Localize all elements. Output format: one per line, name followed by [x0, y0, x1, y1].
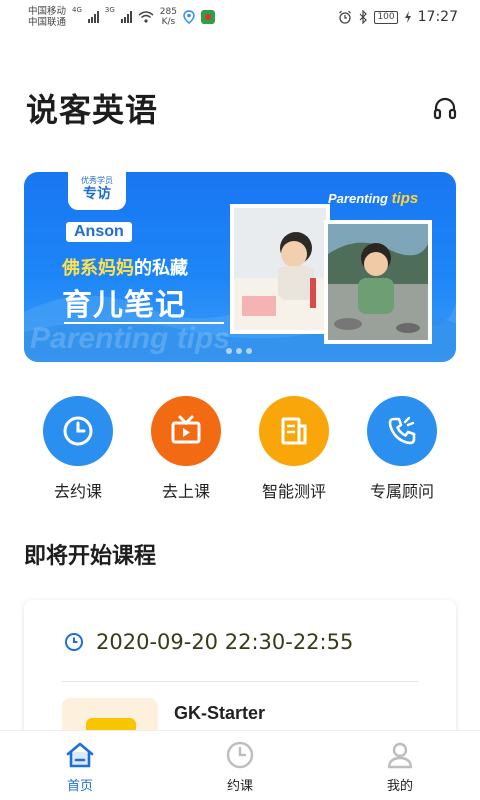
pagination-dot[interactable] [236, 348, 242, 354]
network-speed: 285 K/s [160, 7, 177, 27]
pagination-dot[interactable] [226, 348, 232, 354]
clock-icon [63, 416, 93, 446]
quick-action-book-class[interactable]: 去约课 [24, 396, 132, 502]
clock-icon [65, 633, 83, 651]
course-time: 2020-09-20 22:30-22:55 [96, 630, 354, 654]
parenting-tips-label: Parenting tips [328, 190, 418, 207]
page-title: 说客英语 [26, 91, 159, 129]
carrier-2: 中国联通 [28, 17, 67, 28]
headphone-icon[interactable] [432, 95, 458, 121]
course-name: GK-Starter [174, 703, 266, 723]
banner-headline-1: 佛系妈妈的私藏 [62, 254, 188, 280]
home-icon [66, 742, 94, 768]
signal-icon [120, 11, 132, 23]
book-class-label: 去约课 [53, 482, 102, 501]
book-class-circle[interactable] [43, 396, 113, 466]
status-bar: 中国移动 中国联通 4G 3G 285 K/s 100 17:27 [0, 0, 480, 34]
tab-book[interactable]: 约课 [200, 731, 280, 800]
promo-banner[interactable]: 优秀学员 专访 Anson 佛系妈妈的私藏 育儿笔记 Parenting tip… [24, 172, 456, 362]
course-time-row: 2020-09-20 22:30-22:55 [64, 630, 353, 654]
banner-photo-1 [230, 204, 330, 334]
person-icon [387, 742, 413, 769]
pagination-dot[interactable] [246, 348, 252, 354]
wifi-icon [138, 11, 154, 23]
battery-icon: 100 [374, 10, 398, 24]
parenting-text: Parenting [328, 191, 388, 206]
advisor-label: 专属顾问 [369, 482, 434, 501]
clock-icon [226, 741, 254, 769]
attend-class-label: 去上课 [161, 482, 210, 501]
banner-photo-2 [324, 220, 432, 344]
tv-icon [171, 415, 201, 444]
advisor-circle[interactable] [367, 396, 437, 466]
speed-value: 285 [159, 7, 177, 17]
tips-text: tips [391, 190, 419, 207]
tab-profile[interactable]: 我的 [360, 731, 440, 800]
signal-icon [87, 11, 99, 23]
assessment-label: 智能测评 [261, 482, 326, 501]
app-notification-icon [200, 10, 215, 24]
tab-profile-label: 我的 [386, 779, 413, 794]
speed-unit: K/s [161, 17, 176, 27]
carrier-1: 中国移动 [28, 6, 67, 17]
network-type-2: 3G [104, 6, 115, 14]
quick-action-assessment[interactable]: 智能测评 [240, 396, 348, 502]
tab-book-label: 约课 [226, 779, 253, 794]
document-icon [281, 417, 307, 445]
quick-actions: 去约课 去上课 智能测评 专属顾问 [24, 396, 456, 502]
clock-time: 17:27 [417, 9, 458, 25]
quick-action-attend-class[interactable]: 去上课 [132, 396, 240, 502]
alarm-icon [339, 10, 352, 24]
bluetooth-icon [360, 10, 368, 24]
banner-pagination[interactable] [226, 348, 252, 354]
bottom-tab-bar: 首页 约课 我的 [0, 730, 480, 800]
phone-icon [388, 416, 416, 445]
charging-icon [404, 11, 411, 23]
tab-home[interactable]: 首页 [40, 731, 120, 800]
interview-tag: 优秀学员 专访 [68, 172, 126, 210]
tag-top-text: 优秀学员 [81, 176, 113, 185]
tab-home-label: 首页 [66, 779, 93, 794]
carrier-info: 中国移动 中国联通 [28, 6, 66, 28]
app-header: 说客英语 [26, 86, 458, 130]
student-name-chip: Anson [66, 222, 132, 242]
banner-line1-rest: 的私藏 [134, 258, 188, 279]
quick-action-advisor[interactable]: 专属顾问 [348, 396, 456, 502]
card-divider [62, 681, 418, 682]
section-title: 即将开始课程 [24, 544, 157, 569]
network-type-1: 4G [72, 6, 82, 14]
location-icon [183, 10, 195, 24]
banner-watermark: Parenting tips [30, 322, 231, 355]
banner-headline-2: 育儿笔记 [62, 288, 186, 323]
tag-main-text: 专访 [83, 186, 111, 202]
banner-highlight: 佛系妈妈 [62, 258, 134, 279]
attend-class-circle[interactable] [151, 396, 221, 466]
assessment-circle[interactable] [259, 396, 329, 466]
